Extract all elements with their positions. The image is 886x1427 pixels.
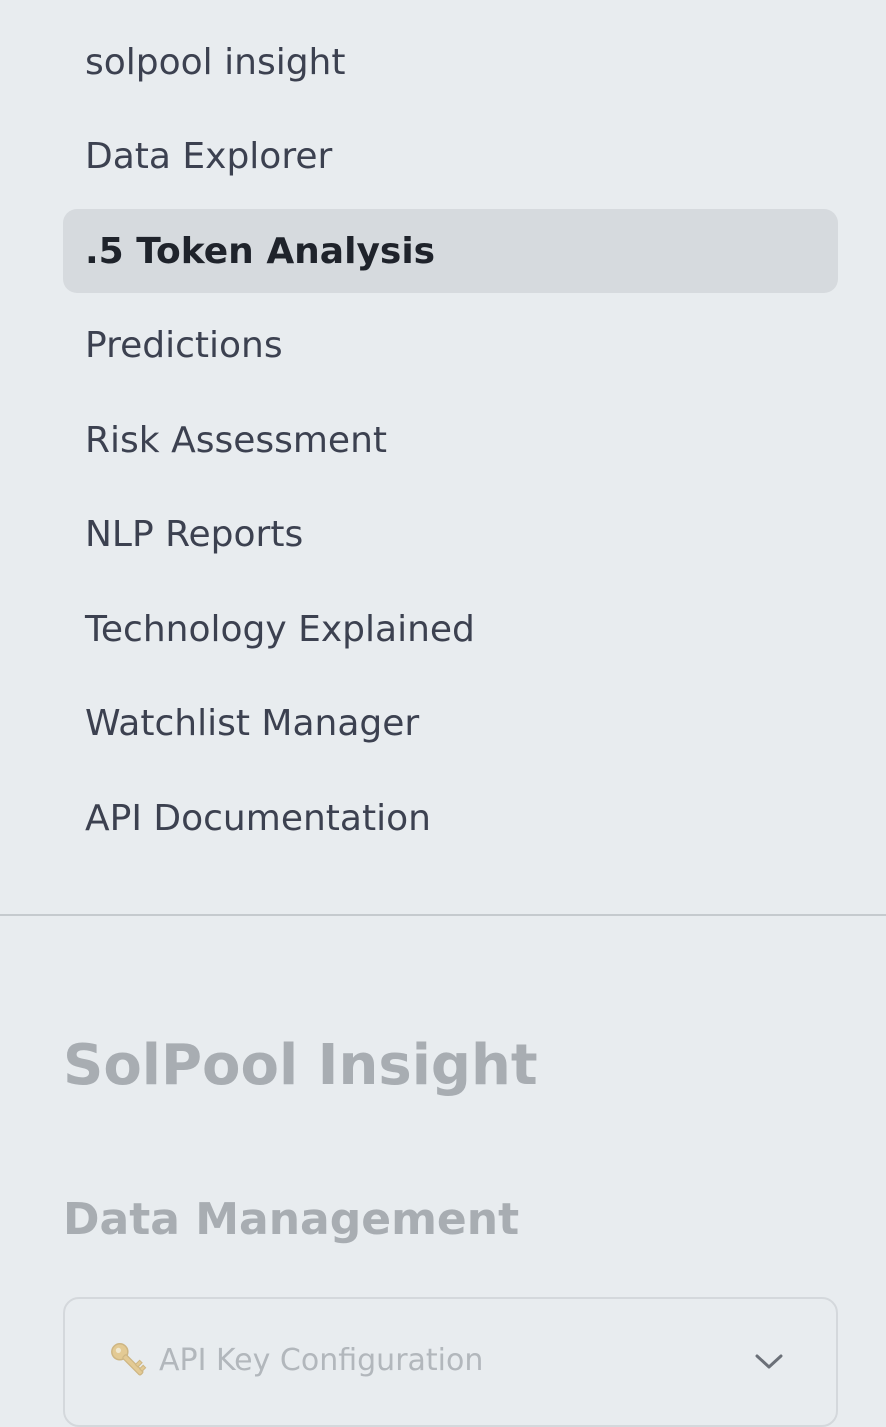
nav-item-technology-explained[interactable]: Technology Explained <box>63 587 838 671</box>
nav-item-label: API Documentation <box>85 797 431 839</box>
nav-item-data-explorer[interactable]: Data Explorer <box>63 115 838 199</box>
nav-item-api-documentation[interactable]: API Documentation <box>63 776 838 860</box>
nav-item-risk-assessment[interactable]: Risk Assessment <box>63 398 838 482</box>
nav-item-token-analysis[interactable]: .5 Token Analysis <box>63 209 838 293</box>
nav-item-predictions[interactable]: Predictions <box>63 304 838 388</box>
sidebar-divider <box>0 914 886 916</box>
nav-item-label: Data Explorer <box>85 136 333 177</box>
sidebar-nav: solpool insight Data Explorer .5 Token A… <box>63 20 838 871</box>
nav-item-nlp-reports[interactable]: NLP Reports <box>63 493 838 577</box>
key-icon <box>111 1343 147 1376</box>
nav-item-label: Watchlist Manager <box>85 703 420 744</box>
section-title: Data Management <box>63 1194 520 1245</box>
nav-item-solpool-insight[interactable]: solpool insight <box>63 20 838 104</box>
api-key-expander[interactable]: API Key Configuration <box>63 1297 838 1427</box>
nav-item-watchlist-manager[interactable]: Watchlist Manager <box>63 682 838 766</box>
nav-item-label: solpool insight <box>85 41 346 83</box>
sidebar: solpool insight Data Explorer .5 Token A… <box>0 0 886 1427</box>
api-key-expander-label: API Key Configuration <box>159 1343 484 1378</box>
nav-item-label: .5 Token Analysis <box>85 230 436 272</box>
app-title: SolPool Insight <box>63 1033 538 1098</box>
chevron-down-icon <box>755 1354 783 1369</box>
nav-item-label: Technology Explained <box>85 608 475 650</box>
nav-item-label: Risk Assessment <box>85 419 388 461</box>
nav-item-label: Predictions <box>85 325 283 366</box>
nav-item-label: NLP Reports <box>85 514 304 555</box>
